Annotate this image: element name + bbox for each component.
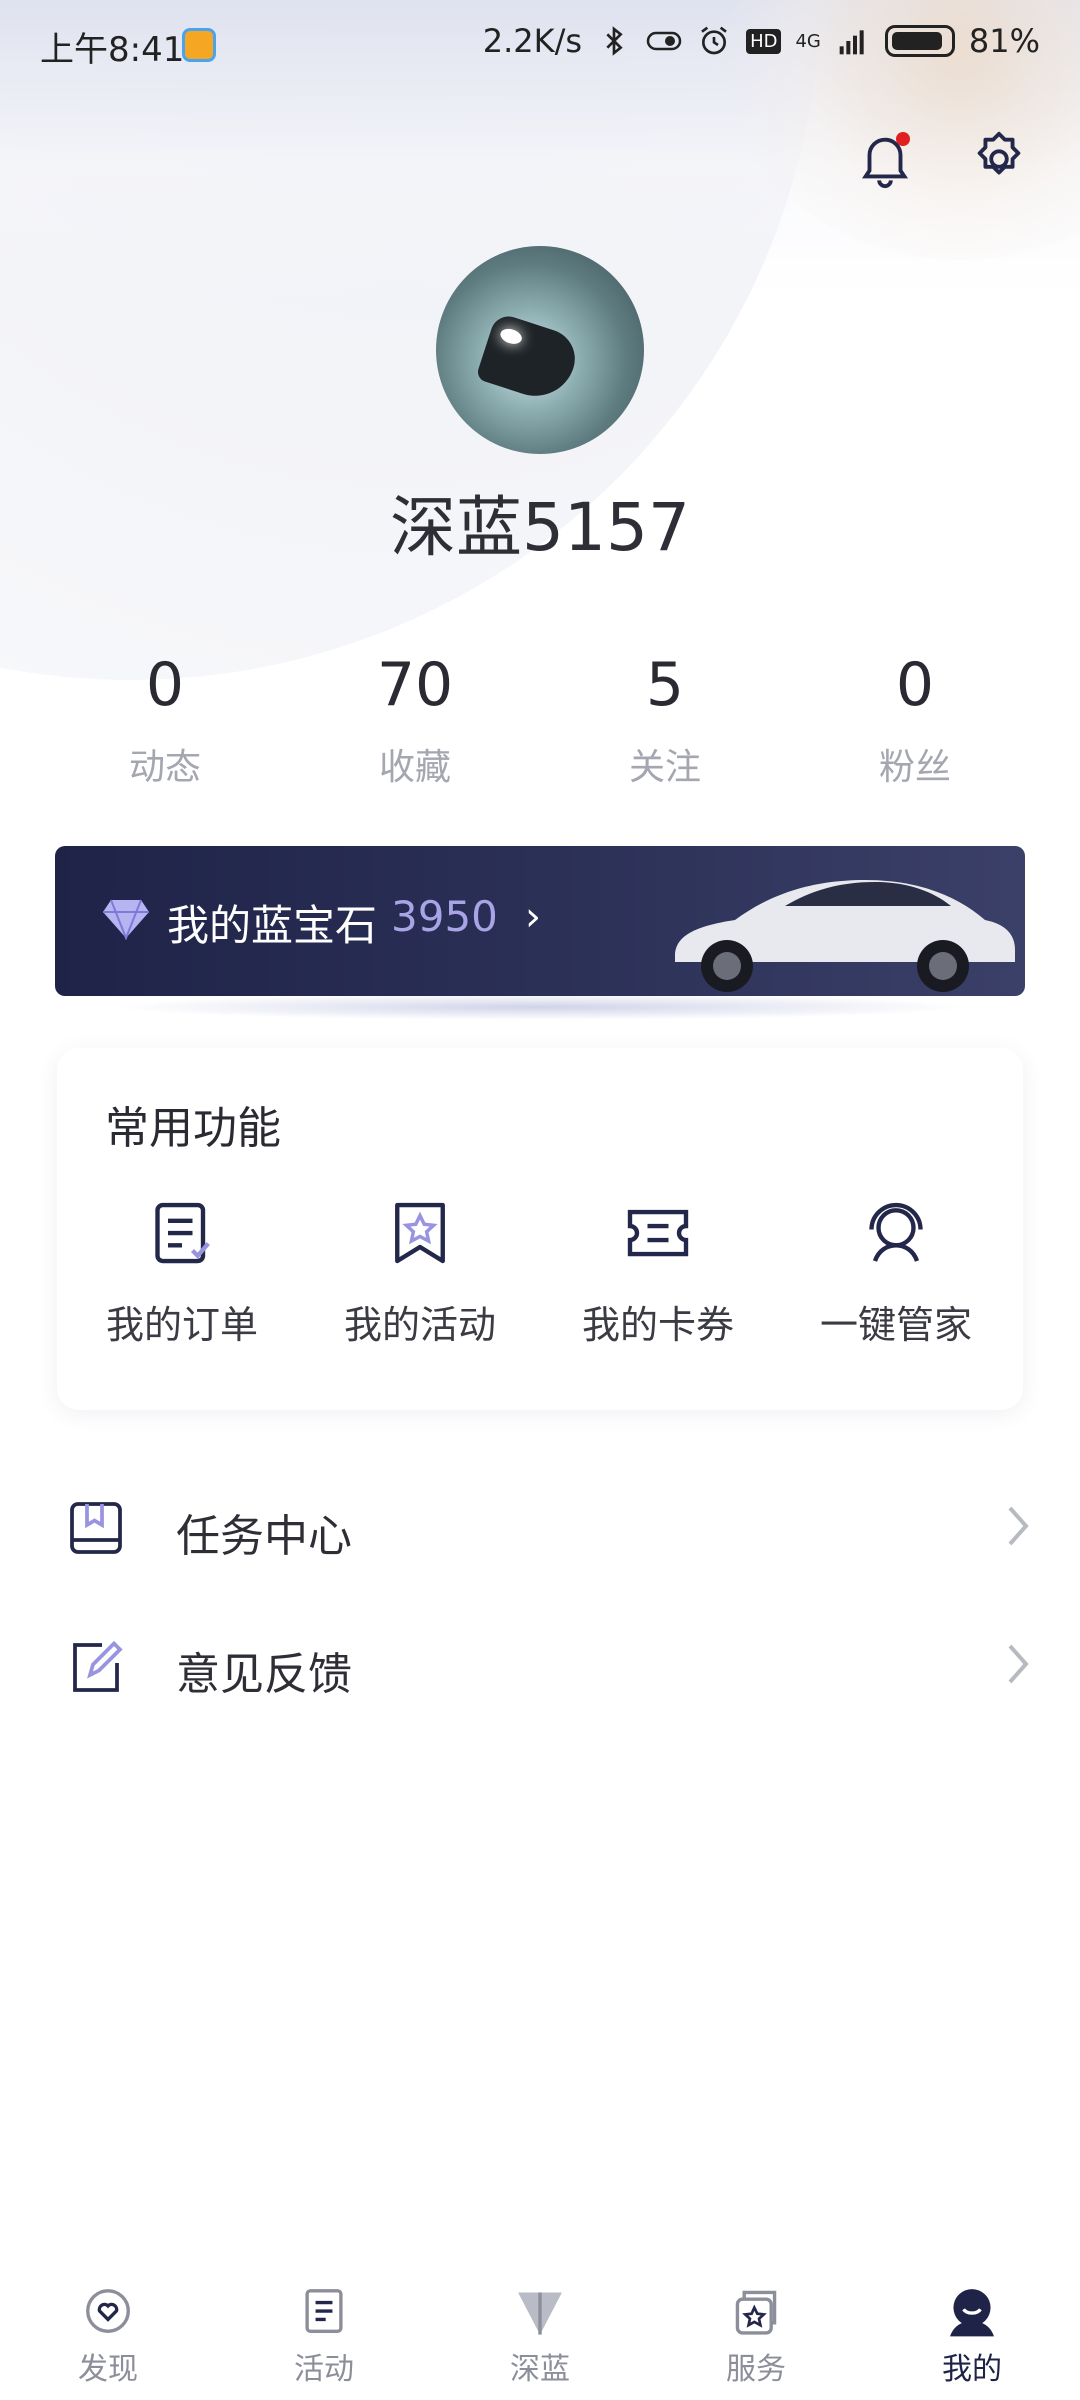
activity-star-icon — [395, 1202, 445, 1264]
stat-value: 70 — [376, 650, 454, 720]
alarm-icon — [701, 26, 727, 55]
function-label: 一键管家 — [819, 1303, 972, 1347]
function-label: 我的卡券 — [581, 1303, 734, 1347]
tab-deepal[interactable]: 深蓝 — [432, 2262, 648, 2400]
chevron-right-icon — [1008, 1506, 1029, 1546]
tab-mine[interactable]: 我的 — [864, 2262, 1080, 2400]
diamond-icon — [103, 899, 149, 940]
gear-icon[interactable] — [968, 128, 1030, 190]
toggle-icon — [646, 31, 682, 51]
function-row: 我的订单 我的活动 我的卡券 一键管家 — [57, 1198, 1023, 1349]
sapphire-value: 3950 — [391, 892, 498, 941]
hd-badge: HD — [746, 28, 782, 54]
header-actions — [854, 128, 1030, 190]
car-image — [675, 880, 1015, 992]
stat-label: 关注 — [628, 747, 701, 788]
task-icon — [70, 1502, 122, 1554]
common-functions-card: 常用功能 我的订单 我的活动 我的卡券 一键管家 — [57, 1048, 1023, 1410]
status-bar: 上午8:41 2.2K/s HD 4G 81% — [0, 0, 1080, 90]
order-icon — [155, 1202, 210, 1264]
bottom-tab-bar: 发现 活动 深蓝 服务 我的 — [0, 2262, 1080, 2400]
feedback-icon — [73, 1640, 123, 1692]
list-item-task-center[interactable]: 任务中心 — [0, 1470, 1080, 1590]
tab-label: 深蓝 — [510, 2352, 570, 2387]
status-indicators: 2.2K/s HD 4G 81% — [483, 22, 1040, 60]
deepal-logo-icon — [518, 2292, 562, 2335]
battery-icon — [884, 25, 955, 57]
stat-following[interactable]: 5 关注 — [540, 650, 790, 790]
battery-percent: 81% — [968, 22, 1040, 60]
coupon-icon — [627, 1209, 689, 1257]
avatar[interactable] — [436, 246, 644, 454]
card-title: 常用功能 — [105, 1103, 281, 1154]
tab-discover[interactable]: 发现 — [0, 2262, 216, 2400]
list-label: 意见反馈 — [176, 1649, 352, 1700]
tab-label: 活动 — [294, 2352, 354, 2387]
bluetooth-icon — [606, 26, 623, 56]
chevron-right-icon — [1008, 1644, 1029, 1684]
stat-label: 收藏 — [378, 747, 451, 788]
tab-label: 服务 — [726, 2352, 786, 2387]
stat-value: 0 — [145, 650, 185, 720]
stat-followers[interactable]: 0 粉丝 — [790, 650, 1040, 790]
banner-shadow — [110, 994, 970, 1020]
sapphire-label: 我的蓝宝石 — [167, 901, 378, 950]
my-orders-button[interactable]: 我的订单 — [63, 1198, 301, 1349]
username: 深蓝5157 — [390, 489, 690, 566]
stat-value: 0 — [895, 650, 935, 720]
headset-icon — [869, 1202, 923, 1262]
stat-label: 粉丝 — [878, 747, 951, 788]
list-label: 任务中心 — [176, 1511, 352, 1562]
tab-label: 我的 — [942, 2352, 1002, 2387]
bell-icon[interactable] — [854, 128, 916, 190]
list-item-feedback[interactable]: 意见反馈 — [0, 1608, 1080, 1728]
sapphire-banner[interactable]: 我的蓝宝石 3950 › — [55, 846, 1025, 996]
stat-posts[interactable]: 0 动态 — [40, 650, 290, 790]
avatar-image — [475, 311, 583, 407]
tab-label: 发现 — [78, 2352, 138, 2387]
profile-icon — [950, 2289, 994, 2337]
network-speed: 2.2K/s — [482, 22, 583, 60]
activity-icon — [305, 2289, 343, 2333]
service-icon — [735, 2290, 777, 2335]
notification-dot — [896, 132, 910, 146]
stats-row: 0 动态 70 收藏 5 关注 0 粉丝 — [0, 650, 1080, 790]
tab-service[interactable]: 服务 — [648, 2262, 864, 2400]
stat-label: 动态 — [128, 747, 201, 788]
my-activities-button[interactable]: 我的活动 — [301, 1198, 539, 1349]
function-label: 我的活动 — [343, 1303, 496, 1347]
discover-icon — [86, 2289, 130, 2333]
butler-button[interactable]: 一键管家 — [777, 1198, 1015, 1349]
signal-icon — [839, 30, 864, 55]
stat-value: 5 — [645, 650, 685, 720]
signal-label: 4G — [795, 30, 821, 52]
stat-favorites[interactable]: 70 收藏 — [290, 650, 540, 790]
tab-activity[interactable]: 活动 — [216, 2262, 432, 2400]
chevron-right-icon: › — [525, 894, 541, 940]
status-time: 上午8:41 — [40, 30, 185, 70]
function-label: 我的订单 — [105, 1303, 258, 1347]
weather-icon — [182, 28, 216, 62]
my-coupons-button[interactable]: 我的卡券 — [539, 1198, 777, 1349]
